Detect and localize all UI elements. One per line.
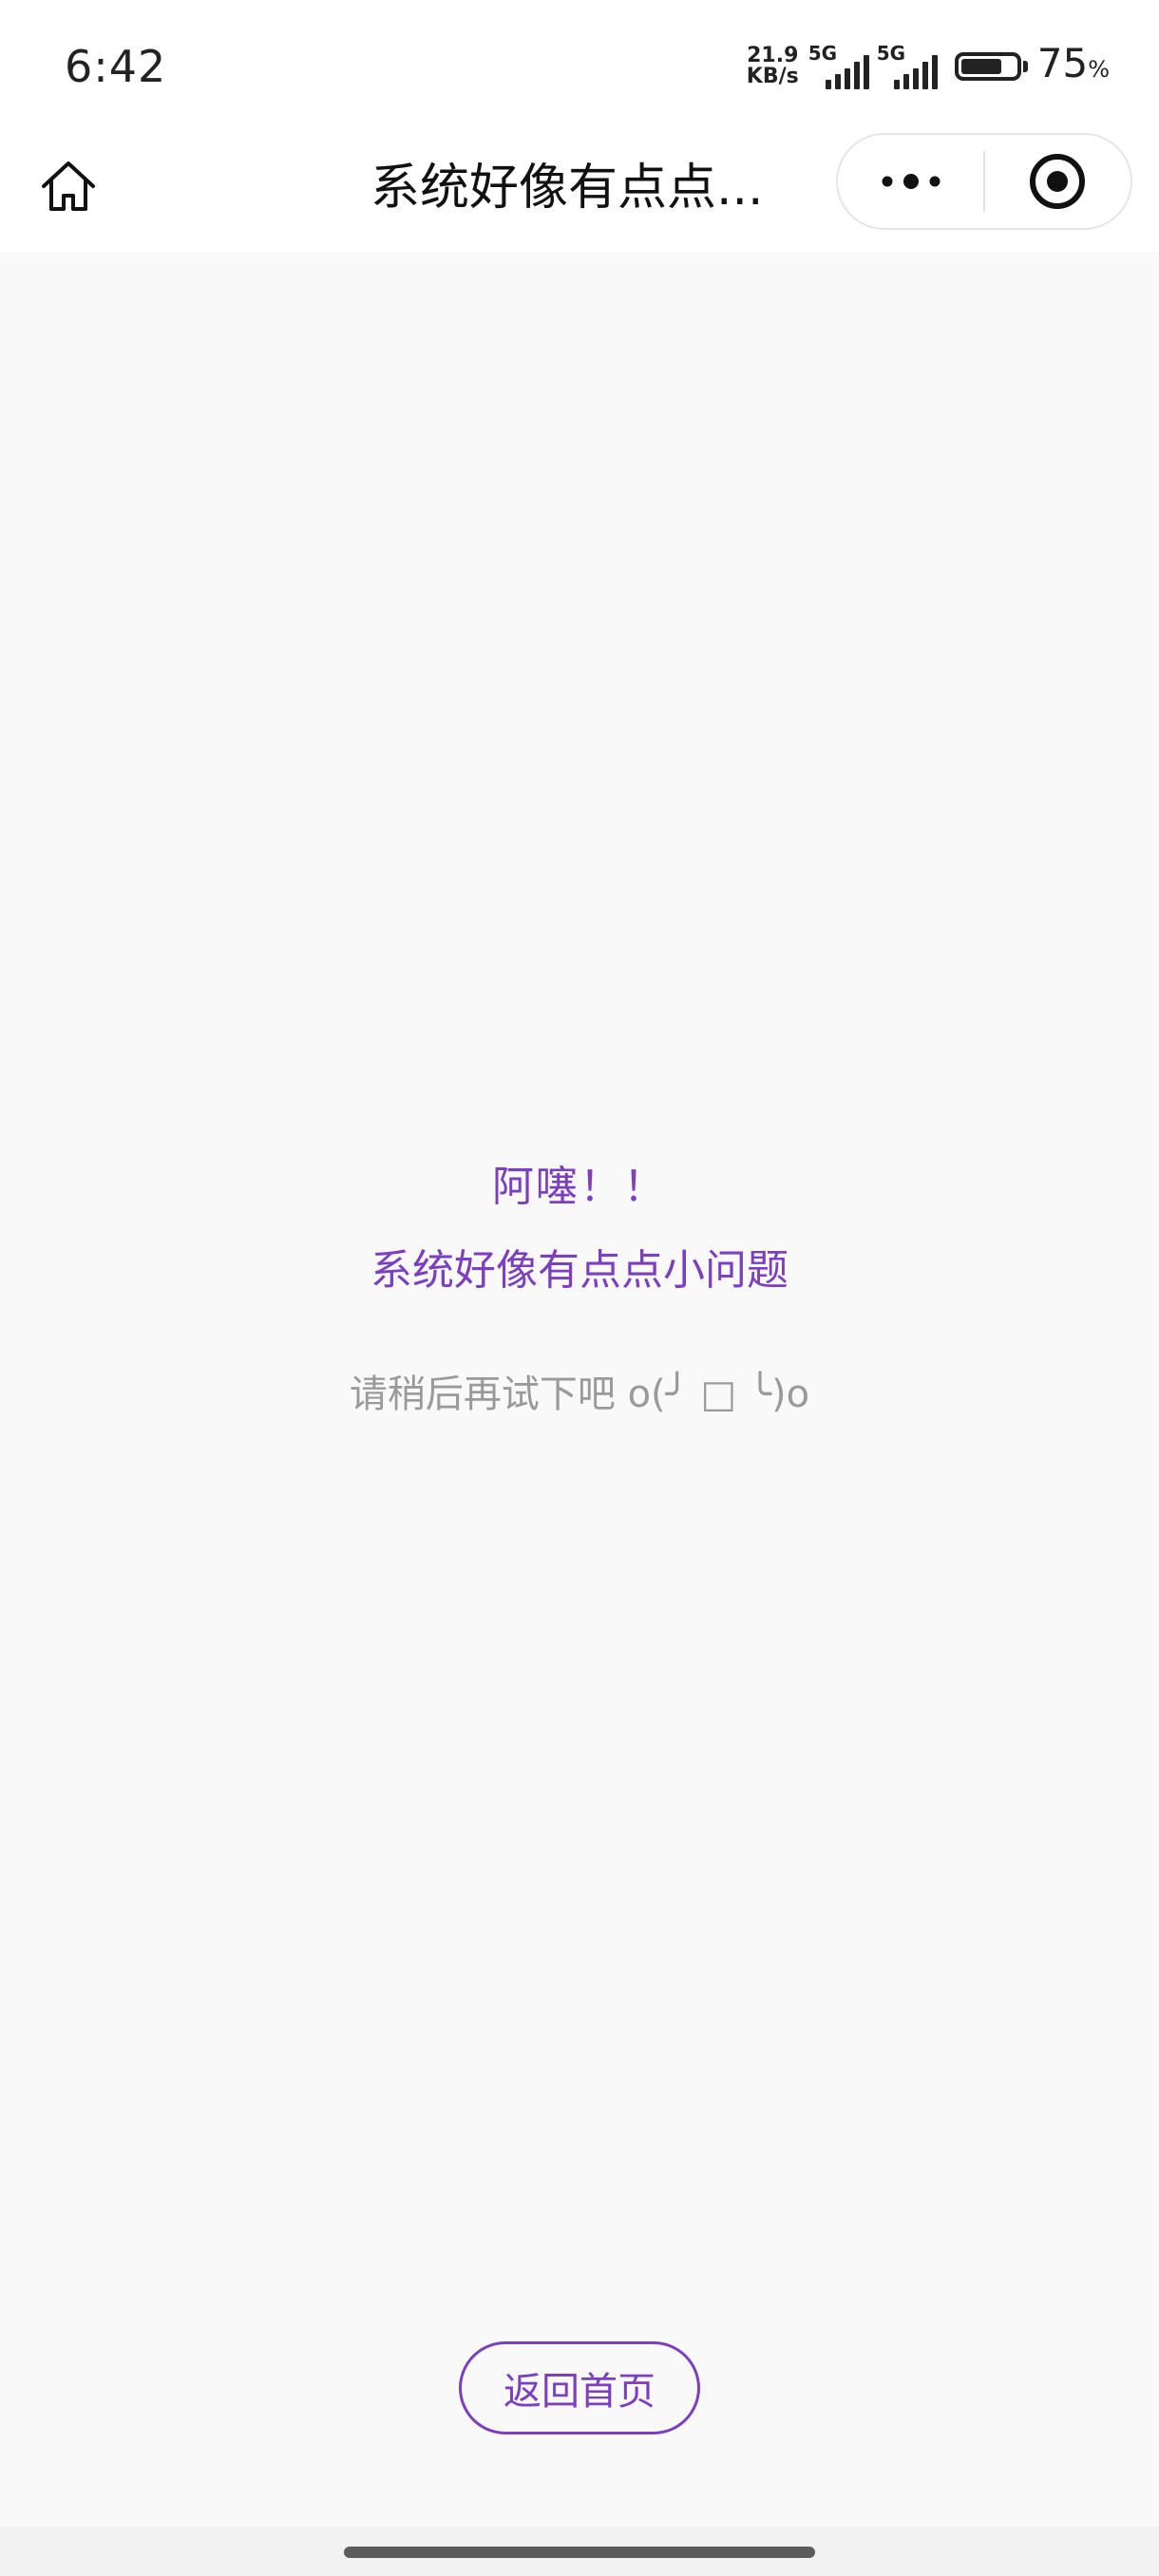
back-home-button[interactable]: 返回首页 [459,2341,700,2434]
error-hint: 请稍后再试下吧 o(╯ □ ╰)o [349,1373,810,1416]
mini-program-capsule [836,133,1132,230]
battery-percent: 75% [1037,35,1110,98]
battery-percent-sign: % [1088,56,1110,83]
network-speed-value: 21.9 [747,44,799,67]
network-speed: 21.9 KB/s [747,46,799,87]
battery-icon [954,52,1028,81]
error-message: 阿噻！！ 系统好像有点点小问题 请稍后再试下吧 o(╯ □ ╰)o [0,1149,1159,1423]
close-circle-icon [1030,154,1086,209]
nav-bar: 系统好像有点点... [0,133,1159,252]
status-time: 6:42 [65,41,167,92]
home-icon [42,161,95,211]
sim2-network-type: 5G [876,42,906,65]
error-subtitle: 系统好像有点点小问题 [370,1246,788,1295]
battery-fill [960,59,1001,74]
status-icons: 21.9 KB/s 5G 5G 75% [747,38,1110,95]
sim1-network-type: 5G [808,42,838,65]
home-indicator[interactable] [344,2547,815,2558]
signal-icon-sim1: 5G [808,44,869,89]
signal-icon-sim2: 5G [877,44,938,89]
home-button[interactable] [34,152,103,220]
page-title: 系统好像有点点... [370,160,764,217]
more-button[interactable] [838,135,983,228]
battery-percent-value: 75 [1036,40,1089,86]
status-bar: 6:42 21.9 KB/s 5G 5G 75% [0,0,1159,133]
error-title: 阿噻！！ [492,1163,667,1211]
close-button[interactable] [985,135,1130,228]
more-dots-icon [882,174,940,189]
network-speed-unit: KB/s [746,65,799,88]
